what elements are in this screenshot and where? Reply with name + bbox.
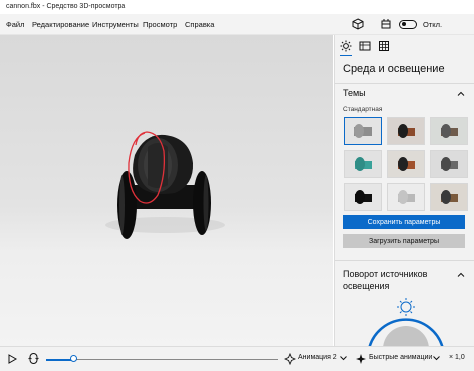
themes-header[interactable]: Темы [343, 88, 366, 98]
play-icon[interactable] [8, 354, 17, 364]
loop-icon[interactable] [28, 353, 39, 364]
menu-help[interactable]: Справка [185, 20, 214, 29]
lighting-toggle[interactable]: Откл. [399, 17, 442, 31]
menu-edit[interactable]: Редактирование [32, 20, 89, 29]
theme-thumbnails [344, 117, 468, 214]
theme-thumbnail[interactable] [387, 183, 425, 211]
load-settings-button[interactable]: Загрузить параметры [343, 234, 465, 248]
rotate-lights-header[interactable]: Поворот источников освещения [343, 268, 443, 292]
chevron-up-icon[interactable] [457, 271, 465, 279]
theme-thumbnail[interactable] [430, 117, 468, 145]
speed-selector[interactable]: × 1,0 [449, 354, 465, 361]
theme-thumbnail[interactable] [344, 183, 382, 211]
divider [335, 83, 474, 84]
tab-mesh[interactable] [377, 39, 391, 53]
theme-thumbnail[interactable] [344, 150, 382, 178]
window-title: cannon.fbx - Средство 3D-просмотра [6, 3, 126, 10]
panel-title: Среда и освещение [343, 63, 445, 75]
divider [335, 260, 474, 261]
menu-file[interactable]: Файл [6, 20, 24, 29]
timeline-scrubber[interactable] [70, 355, 78, 362]
cannon-model[interactable] [0, 35, 333, 346]
sun-icon[interactable] [400, 301, 412, 313]
panel-tabs [335, 35, 474, 57]
3d-viewport[interactable] [0, 35, 333, 346]
tab-environment[interactable] [339, 39, 353, 56]
chevron-down-icon[interactable] [340, 356, 347, 361]
mixed-reality-button[interactable] [352, 17, 364, 31]
mesh-grid-icon [379, 41, 389, 51]
quick-animations-icon [356, 354, 366, 364]
animation-icon [284, 353, 296, 365]
grid-stats-icon [359, 41, 371, 51]
tab-stats[interactable] [358, 39, 372, 53]
title-bar: cannon.fbx - Средство 3D-просмотра [0, 0, 474, 14]
preset-label: Стандартная [343, 106, 383, 113]
environment-panel: Среда и освещение Темы Стандартная Сохра… [334, 35, 474, 346]
grid-toggle-button[interactable] [380, 17, 392, 31]
menu-view[interactable]: Просмотр [143, 20, 177, 29]
menu-bar: Файл Редактирование Инструменты Просмотр… [0, 14, 474, 35]
cube-icon [352, 18, 364, 30]
theme-thumbnail[interactable] [387, 117, 425, 145]
menu-tools[interactable]: Инструменты [92, 20, 139, 29]
theme-thumbnail[interactable] [430, 150, 468, 178]
animation-selector[interactable]: Анимация 2 [298, 354, 337, 361]
chevron-up-icon[interactable] [457, 90, 465, 98]
toggle-switch[interactable] [399, 19, 417, 29]
theme-thumbnail[interactable] [430, 183, 468, 211]
sun-icon [340, 40, 352, 52]
playback-bar: Анимация 2 Быстрые анимации × 1,0 [0, 346, 474, 371]
theme-thumbnail[interactable] [344, 117, 382, 145]
quick-animations-button[interactable]: Быстрые анимации [369, 354, 432, 361]
chevron-down-icon[interactable] [433, 356, 440, 361]
theme-thumbnail[interactable] [387, 150, 425, 178]
timeline-track[interactable] [46, 359, 278, 360]
grid-view-icon [381, 19, 391, 29]
light-rotation-dial[interactable] [361, 297, 451, 346]
save-settings-button[interactable]: Сохранить параметры [343, 215, 465, 229]
toggle-label: Откл. [423, 19, 443, 29]
